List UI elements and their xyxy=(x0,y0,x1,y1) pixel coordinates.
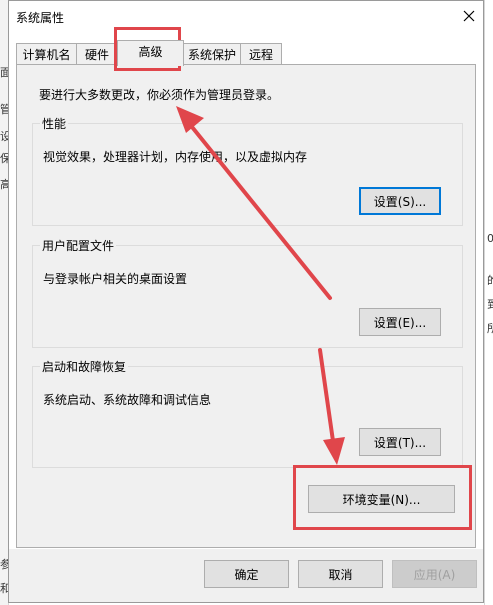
close-button[interactable] xyxy=(455,3,483,29)
system-properties-dialog: 系统属性 计算机名 硬件 高级 系统保护 远程 要进行大多数更改，你必须作为管理… xyxy=(8,0,484,603)
bg-fragment: 0H xyxy=(487,232,493,245)
bg-fragment: 到 xyxy=(487,298,493,311)
startup-recovery-group: 启动和故障恢复 系统启动、系统故障和调试信息 设置(T)... xyxy=(32,358,463,468)
startup-recovery-settings-button[interactable]: 设置(T)... xyxy=(359,428,441,456)
tab-system-protection[interactable]: 系统保护 xyxy=(183,43,241,65)
dialog-button-bar: 确定 取消 应用(A) xyxy=(9,549,483,602)
bg-fragment: 保 xyxy=(0,152,8,165)
bg-fragment: 高 xyxy=(0,178,8,191)
performance-desc: 视觉效果，处理器计划，内存使用，以及虚拟内存 xyxy=(43,150,308,164)
bg-fragment: 参 xyxy=(0,558,8,571)
performance-title: 性能 xyxy=(40,115,69,132)
admin-notice: 要进行大多数更改，你必须作为管理员登录。 xyxy=(39,88,280,102)
advanced-tab-panel: 要进行大多数更改，你必须作为管理员登录。 性能 视觉效果，处理器计划，内存使用，… xyxy=(16,64,476,548)
bg-fragment: 所 xyxy=(487,322,493,335)
environment-variables-button[interactable]: 环境变量(N)... xyxy=(308,485,455,513)
performance-settings-button[interactable]: 设置(S)... xyxy=(359,187,441,215)
startup-recovery-desc: 系统启动、系统故障和调试信息 xyxy=(43,393,212,407)
background-window-right-edge: 0H 的 到 所 xyxy=(484,0,493,605)
user-profile-group: 用户配置文件 与登录帐户相关的桌面设置 设置(E)... xyxy=(32,237,463,348)
bg-fragment: 的 xyxy=(487,274,493,287)
tab-hardware[interactable]: 硬件 xyxy=(76,43,118,65)
performance-group: 性能 视觉效果，处理器计划，内存使用，以及虚拟内存 设置(S)... xyxy=(32,115,463,226)
bg-fragment: 设 xyxy=(0,130,8,143)
user-profile-title: 用户配置文件 xyxy=(40,237,117,254)
bg-fragment: 和 xyxy=(0,582,8,595)
tab-strip: 计算机名 硬件 高级 系统保护 远程 xyxy=(16,40,476,66)
bg-fragment: 管 xyxy=(0,103,8,116)
user-profile-settings-button[interactable]: 设置(E)... xyxy=(359,308,441,336)
title-bar: 系统属性 xyxy=(9,1,483,33)
close-icon xyxy=(463,10,475,22)
tab-remote[interactable]: 远程 xyxy=(240,43,282,65)
startup-recovery-title: 启动和故障恢复 xyxy=(40,358,129,375)
user-profile-desc: 与登录帐户相关的桌面设置 xyxy=(43,272,188,286)
tab-advanced[interactable]: 高级 xyxy=(117,40,184,66)
apply-button[interactable]: 应用(A) xyxy=(392,560,477,588)
window-title: 系统属性 xyxy=(16,11,65,25)
tab-computer-name[interactable]: 计算机名 xyxy=(16,43,77,65)
cancel-button[interactable]: 取消 xyxy=(298,560,383,588)
ok-button[interactable]: 确定 xyxy=(204,560,289,588)
bg-fragment: 面 xyxy=(0,66,8,79)
